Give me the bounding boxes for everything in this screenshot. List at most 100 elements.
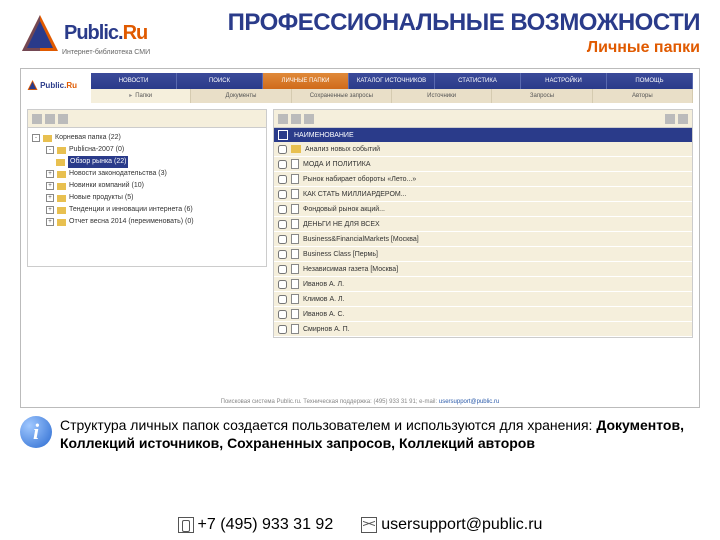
subnav-item[interactable]: Документы [191, 89, 291, 103]
nav-item[interactable]: ПОМОЩЬ [607, 73, 693, 89]
phone-icon [178, 517, 194, 533]
support-email-link[interactable]: usersupport@public.ru [439, 399, 499, 405]
expand-toggle-icon[interactable]: + [46, 206, 54, 214]
app-logo[interactable]: Public.Ru [27, 73, 77, 97]
row-checkbox[interactable] [278, 250, 287, 259]
document-icon [291, 309, 299, 319]
tool-move-icon[interactable] [291, 114, 301, 124]
tool-remove-icon[interactable] [304, 114, 314, 124]
table-row[interactable]: Фондовый рынок акций... [274, 202, 692, 217]
page-subtitle: Личные папки [170, 39, 700, 57]
expand-toggle-icon[interactable]: - [32, 134, 40, 142]
tree-item[interactable]: - Корневая папка (22) [32, 132, 262, 144]
document-icon [291, 279, 299, 289]
tree-item[interactable]: + Отчет весна 2014 (переименовать) (0) [32, 216, 262, 228]
folder-icon [57, 183, 66, 190]
table-row[interactable]: Независимая газета [Москва] [274, 262, 692, 277]
nav-item[interactable]: НАСТРОЙКИ [521, 73, 607, 89]
folder-icon [57, 171, 66, 178]
row-label: Иванов А. Л. [303, 281, 344, 288]
expand-toggle-icon[interactable]: + [46, 182, 54, 190]
subnav-item[interactable]: Сохраненные запросы [292, 89, 392, 103]
table-header-row: НАИМЕНОВАНИЕ [274, 128, 692, 142]
table-row[interactable]: ДЕНЬГИ НЕ ДЛЯ ВСЕХ [274, 217, 692, 232]
table-row[interactable]: Рынок набирает обороты «Лето...» [274, 172, 692, 187]
table-row[interactable]: Анализ новых событий [274, 142, 692, 157]
expand-toggle-icon[interactable]: - [46, 146, 54, 154]
row-checkbox[interactable] [278, 265, 287, 274]
sub-nav: ▸ПапкиДокументыСохраненные запросыИсточн… [91, 89, 693, 103]
document-icon [291, 219, 299, 229]
tool-rename-icon[interactable] [58, 114, 68, 124]
tree-label: Обзор рынка (22) [68, 156, 128, 168]
table-row[interactable]: Business Class [Пермь] [274, 247, 692, 262]
info-icon: i [20, 416, 52, 448]
tool-delete-icon[interactable] [45, 114, 55, 124]
expand-toggle-icon[interactable]: + [46, 170, 54, 178]
subnav-item[interactable]: ▸Папки [91, 89, 191, 103]
tool-new-folder-icon[interactable] [32, 114, 42, 124]
select-all-checkbox[interactable] [278, 130, 288, 140]
nav-item[interactable]: ЛИЧНЫЕ ПАПКИ [263, 73, 349, 89]
table-row[interactable]: Климов А. Л. [274, 292, 692, 307]
mail-icon [361, 517, 377, 533]
nav-item[interactable]: КАТАЛОГ ИСТОЧНИКОВ [349, 73, 435, 89]
tool-export-icon[interactable] [678, 114, 688, 124]
row-checkbox[interactable] [278, 145, 287, 154]
table-row[interactable]: Иванов А. С. [274, 307, 692, 322]
table-row[interactable]: Business&FinancialMarkets [Москва] [274, 232, 692, 247]
document-icon [291, 159, 299, 169]
row-checkbox[interactable] [278, 220, 287, 229]
document-icon [291, 324, 299, 334]
table-row[interactable]: Иванов А. Л. [274, 277, 692, 292]
row-checkbox[interactable] [278, 325, 287, 334]
table-row[interactable]: МОДА И ПОЛИТИКА [274, 157, 692, 172]
document-icon [291, 294, 299, 304]
tree-item[interactable]: + Новинки компаний (10) [32, 180, 262, 192]
column-header-name[interactable]: НАИМЕНОВАНИЕ [294, 132, 354, 139]
document-icon [291, 204, 299, 214]
brand-name: Public.Ru [64, 22, 147, 45]
tree-label: Новости законодательства (3) [69, 168, 167, 180]
tree-label: Новые продукты (5) [69, 192, 133, 204]
row-label: Анализ новых событий [305, 146, 380, 153]
tree-label: Корневая папка (22) [55, 132, 121, 144]
table-row[interactable]: Смирнов А. П. [274, 322, 692, 337]
tree-item[interactable]: Обзор рынка (22) [32, 156, 262, 168]
table-row[interactable]: КАК СТАТЬ МИЛЛИАРДЕРОМ... [274, 187, 692, 202]
list-toolbar [273, 109, 693, 127]
tree-label: Новинки компаний (10) [69, 180, 144, 192]
folder-icon [57, 219, 66, 226]
subnav-item[interactable]: Источники [392, 89, 492, 103]
folder-tree: -Корневая папка (22)-Publicна-2007 (0)Об… [27, 127, 267, 267]
brand-subtitle: Интернет-библиотека СМИ [62, 49, 150, 56]
subnav-item[interactable]: Запросы [492, 89, 592, 103]
nav-item[interactable]: НОВОСТИ [91, 73, 177, 89]
document-icon [291, 174, 299, 184]
tree-item[interactable]: +Тенденции и инновации интернета (6) [32, 204, 262, 216]
row-label: Фондовый рынок акций... [303, 206, 385, 213]
expand-toggle-icon[interactable]: + [46, 218, 54, 226]
tree-item[interactable]: + Новости законодательства (3) [32, 168, 262, 180]
tree-item[interactable]: -Publicна-2007 (0) [32, 144, 262, 156]
row-checkbox[interactable] [278, 190, 287, 199]
tool-print-icon[interactable] [665, 114, 675, 124]
row-checkbox[interactable] [278, 175, 287, 184]
nav-item[interactable]: ПОИСК [177, 73, 263, 89]
row-checkbox[interactable] [278, 205, 287, 214]
subnav-item[interactable]: Авторы [593, 89, 693, 103]
tool-copy-icon[interactable] [278, 114, 288, 124]
row-checkbox[interactable] [278, 295, 287, 304]
app-footer: Поисковая система Public.ru. Техническая… [21, 399, 699, 405]
row-checkbox[interactable] [278, 310, 287, 319]
row-checkbox[interactable] [278, 280, 287, 289]
folder-icon [57, 147, 66, 154]
row-checkbox[interactable] [278, 235, 287, 244]
expand-toggle-icon[interactable]: + [46, 194, 54, 202]
page-title: ПРОФЕССИОНАЛЬНЫЕ ВОЗМОЖНОСТИ [170, 9, 700, 37]
folder-icon [291, 145, 301, 153]
nav-item[interactable]: СТАТИСТИКА [435, 73, 521, 89]
tree-label: Отчет весна 2014 (переименовать) (0) [69, 216, 194, 228]
tree-item[interactable]: + Новые продукты (5) [32, 192, 262, 204]
row-checkbox[interactable] [278, 160, 287, 169]
